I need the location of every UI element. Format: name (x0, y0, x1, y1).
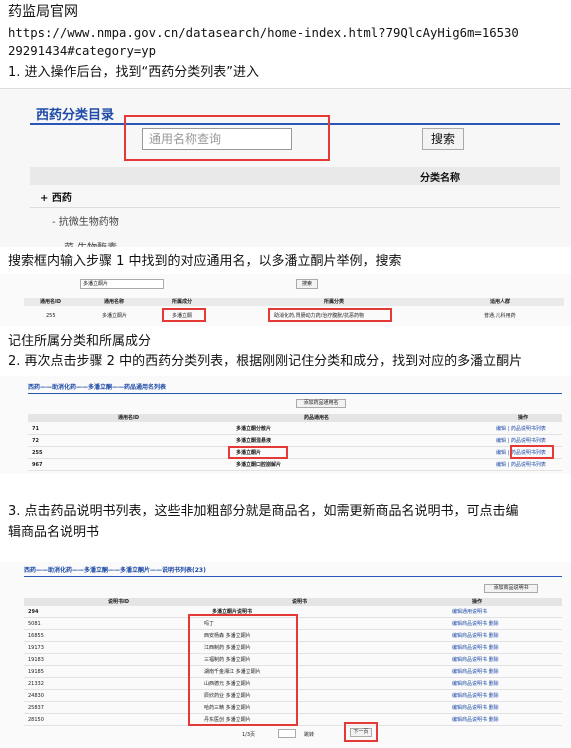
shot1-tree-cut: 菜 生物酶素 (64, 239, 117, 247)
screenshot-search-result: 多潘立酮片 搜索 通用名ID 通用名称 所属成分 所属分类 适用人群 255 多… (0, 274, 571, 326)
shot3-add-button[interactable]: 添加药品通用名 (296, 399, 346, 408)
shot4-row-id: 24830 (28, 693, 44, 699)
shot4-row-ops[interactable]: 编辑商品说明书 删除 (452, 645, 499, 651)
shot1-row-divider (30, 207, 560, 208)
url-line-1[interactable]: https://www.nmpa.gov.cn/datasearch/home-… (8, 24, 519, 42)
shot2-cell-name: 多潘立酮片 (102, 313, 128, 319)
shot3-row-name: 多潘立酮分散片 (236, 426, 272, 432)
shot1-search-button[interactable]: 搜索 (422, 128, 464, 150)
remember-note-text: 记住所属分类和所属成分 (8, 334, 152, 349)
shot2-header-ingredient: 所属成分 (172, 299, 193, 305)
step3-text-line2: 辑商品名说明书 (8, 525, 100, 540)
shot4-row-ops[interactable]: 编辑商品说明书 删除 (452, 693, 499, 699)
shot3-row-id: 255 (32, 450, 43, 456)
table-row: 71 多潘立酮分散片 编辑 | 药品说明书列表 (28, 423, 562, 435)
shot2-cell-audience: 普通,儿科用药 (484, 313, 516, 319)
step1-text: 1. 进入操作后台，找到“西药分类列表”进入 (8, 65, 260, 80)
shot4-row-id: 25837 (28, 705, 44, 711)
highlight-instruction-list-link (510, 445, 554, 459)
highlight-ingredient (162, 308, 206, 322)
shot4-row-ops[interactable]: 编辑商品说明书 删除 (452, 633, 499, 639)
shot4-row-ops[interactable]: 编辑商品说明书 删除 (452, 705, 499, 711)
search-note-text: 搜索框内输入步骤 1 中找到的对应通用名，以多潘立酮片举例，搜索 (8, 254, 402, 269)
shot2-header-audience: 适用人群 (490, 299, 511, 305)
doc-title: 药监局官网 (8, 4, 78, 20)
shot3-row-name: 多潘立酮口腔崩解片 (236, 462, 282, 468)
step2-text: 2. 再次点击步骤 2 中的西药分类列表，根据刚刚记住分类和成分，找到对应的多潘… (8, 354, 523, 369)
shot2-cell-id: 255 (46, 313, 56, 319)
shot1-tree-child[interactable]: - 抗微生物药物 (52, 213, 119, 228)
shot4-row-id: 19173 (28, 645, 44, 651)
step3-text-line1: 3. 点击药品说明书列表，这些非加粗部分就是商品名，如需更新商品名说明书，可点击… (8, 504, 519, 519)
shot3-row-id: 967 (32, 462, 43, 468)
shot4-row-id: 19185 (28, 669, 44, 675)
shot3-header-id: 通用名ID (118, 415, 140, 421)
url-line-2[interactable]: 29291434#category=yp (8, 42, 156, 60)
shot2-search-button[interactable]: 搜索 (296, 279, 318, 289)
shot4-row-ops[interactable]: 编辑通用说明书 (452, 609, 487, 615)
shot2-header-id: 通用名ID (40, 299, 62, 305)
shot4-page-input[interactable] (278, 729, 296, 738)
shot1-title: 西药分类目录 (36, 108, 115, 123)
shot4-jump-button[interactable]: 跳转 (304, 732, 314, 738)
shot3-row-id: 72 (32, 438, 39, 444)
highlight-search-box (124, 115, 330, 161)
shot4-header-ops: 操作 (472, 599, 483, 605)
shot4-add-button[interactable]: 添加商品说明书 (484, 584, 538, 593)
highlight-next-page (344, 722, 378, 742)
shot4-row-ops[interactable]: 编辑商品说明书 删除 (452, 681, 499, 687)
table-row: 255 多潘立酮片 编辑 | 药品说明书列表 (28, 447, 562, 459)
table-row: 72 多潘立酮混悬液 编辑 | 药品说明书列表 (28, 435, 562, 447)
shot3-breadcrumb-underline (28, 393, 562, 394)
shot3-header-name: 药品通用名 (304, 415, 330, 421)
table-row: 967 多潘立酮口腔崩解片 编辑 | 药品说明书列表 (28, 459, 562, 471)
shot4-pager-text: 1/3页 (242, 732, 256, 738)
shot4-breadcrumb-underline (24, 576, 562, 577)
shot3-breadcrumb[interactable]: 西药——助消化药——多潘立酮——药品通用名列表 (28, 385, 166, 391)
shot1-header-row (30, 167, 560, 185)
shot3-row-ops[interactable]: 编辑 | 药品说明书列表 (496, 438, 546, 444)
shot3-row-id: 71 (32, 426, 39, 432)
shot4-row-ops[interactable]: 编辑商品说明书 删除 (452, 669, 499, 675)
shot3-header-row (28, 414, 562, 422)
shot4-row-ops[interactable]: 编辑商品说明书 删除 (452, 621, 499, 627)
shot4-header-id: 说明书ID (108, 599, 130, 605)
shot3-row-ops[interactable]: 编辑 | 药品说明书列表 (496, 462, 546, 468)
shot4-breadcrumb[interactable]: 西药——助消化药——多潘立酮——多潘立酮片——说明书列表(23) (24, 568, 206, 574)
shot4-header-name: 说明书 (292, 599, 308, 605)
shot4-row-id: 5081 (28, 621, 41, 627)
shot2-search-input[interactable]: 多潘立酮片 (80, 279, 164, 289)
shot4-row-id: 19183 (28, 657, 44, 663)
shot1-tree-root[interactable]: + 西药 (40, 189, 72, 204)
shot4-row-id: 294 (28, 609, 39, 615)
shot2-header-name: 通用名称 (104, 299, 125, 305)
highlight-category (268, 308, 392, 322)
shot4-row-id: 16855 (28, 633, 44, 639)
shot4-row-id: 28150 (28, 717, 44, 723)
shot1-column-header: 分类名称 (420, 173, 460, 184)
screenshot-category-directory: 西药分类目录 通用名称查询 搜索 分类名称 + 西药 - 抗微生物药物 菜 生物… (0, 88, 571, 247)
highlight-target-drug (228, 446, 288, 459)
shot3-header-ops: 操作 (518, 415, 529, 421)
shot3-row-name: 多潘立酮混悬液 (236, 438, 272, 444)
shot2-header-category: 所属分类 (324, 299, 345, 305)
highlight-brand-names (188, 614, 298, 726)
shot4-row-id: 21332 (28, 681, 44, 687)
shot4-row-ops[interactable]: 编辑商品说明书 删除 (452, 657, 499, 663)
shot4-row-ops[interactable]: 编辑商品说明书 删除 (452, 717, 499, 723)
shot3-row-ops[interactable]: 编辑 | 药品说明书列表 (496, 426, 546, 432)
screenshot-generic-name-list: 西药——助消化药——多潘立酮——药品通用名列表 添加药品通用名 通用名ID 药品… (0, 376, 571, 474)
screenshot-instruction-list: 西药——助消化药——多潘立酮——多潘立酮片——说明书列表(23) 添加商品说明书… (0, 562, 571, 748)
